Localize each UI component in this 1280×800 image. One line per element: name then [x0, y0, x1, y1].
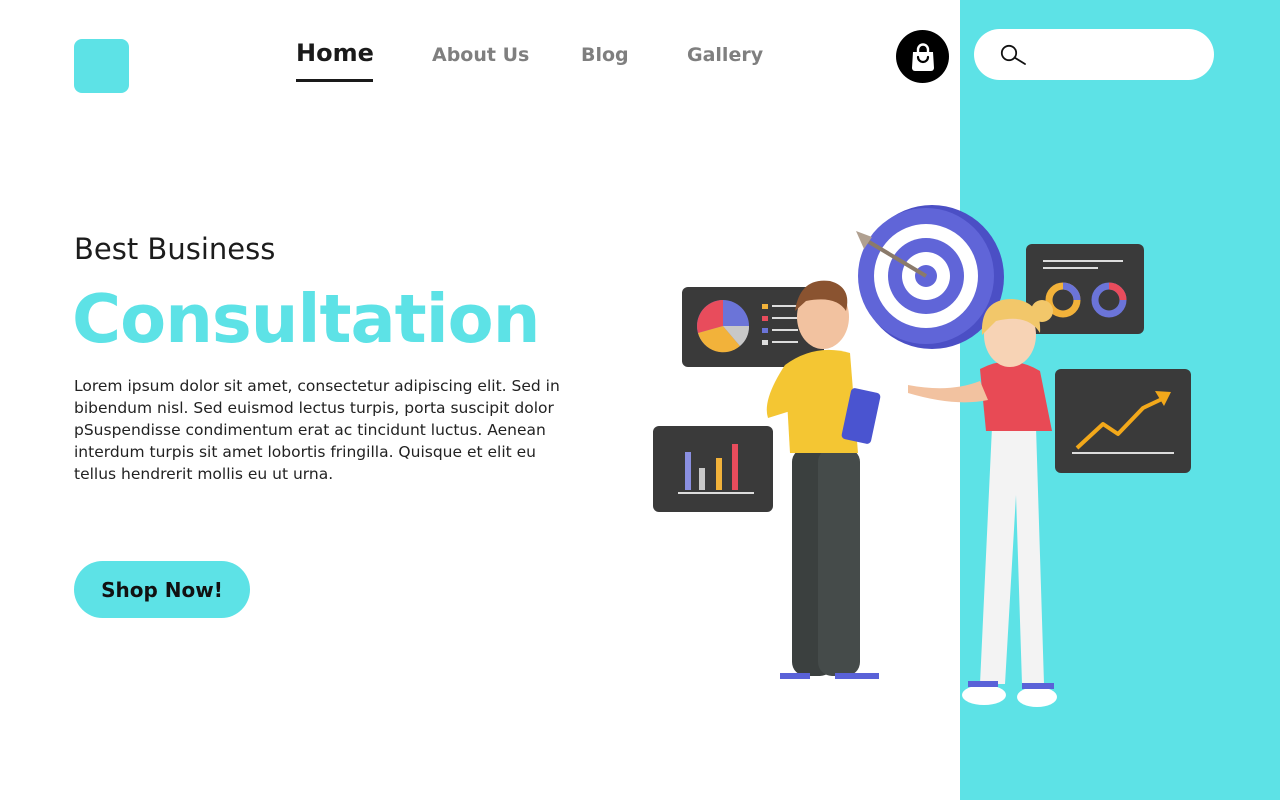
logo[interactable] — [74, 39, 129, 93]
nav-item-gallery[interactable]: Gallery — [687, 44, 763, 66]
cart-button[interactable] — [896, 30, 949, 83]
business-consultation-illustration — [653, 205, 1191, 707]
nav-active-underline — [296, 79, 373, 82]
woman-character — [908, 299, 1057, 707]
growth-chart-board — [1055, 369, 1191, 473]
nav-item-about-us[interactable]: About Us — [432, 44, 529, 66]
shop-now-button[interactable]: Shop Now! — [74, 561, 250, 618]
search-icon — [1000, 44, 1026, 65]
nav-item-blog[interactable]: Blog — [581, 44, 629, 66]
nav-item-home[interactable]: Home — [296, 39, 374, 67]
hero-headline: Consultation — [72, 280, 540, 358]
target-icon — [856, 205, 1004, 349]
search-bar[interactable] — [974, 29, 1214, 80]
hero-description: Lorem ipsum dolor sit amet, consectetur … — [74, 377, 560, 483]
bar-chart-board — [653, 426, 773, 512]
hero-subtitle: Best Business — [74, 232, 276, 266]
search-input[interactable] — [1039, 39, 1199, 70]
shopping-bag-icon — [911, 42, 934, 71]
